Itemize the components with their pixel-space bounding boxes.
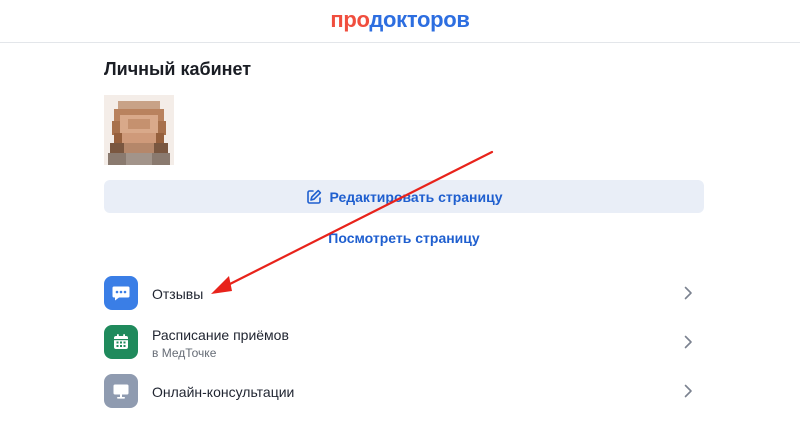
- avatar: [104, 95, 174, 165]
- menu-item-schedule[interactable]: Расписание приёмов в МедТочке: [104, 325, 704, 363]
- edit-page-button[interactable]: Редактировать страницу: [104, 180, 704, 213]
- edit-page-label: Редактировать страницу: [329, 188, 503, 205]
- site-header: продокторов: [0, 0, 800, 43]
- logo-part-doctors: докторов: [369, 7, 470, 32]
- menu-item-sublabel: в МедТочке: [152, 346, 217, 360]
- menu-item-label: Расписание приёмов: [152, 327, 289, 343]
- chat-bubble-icon: [104, 276, 138, 310]
- profile-name-blurred: [192, 122, 380, 134]
- calendar-icon: [104, 325, 138, 359]
- menu-item-label: Отзывы: [152, 286, 204, 302]
- page-title: Личный кабинет: [104, 59, 252, 79]
- menu-item-reviews[interactable]: Отзывы: [104, 276, 704, 314]
- site-logo[interactable]: продокторов: [330, 7, 470, 32]
- chevron-right-icon: [684, 384, 692, 398]
- blurred-photo-icon: [104, 95, 174, 165]
- menu-item-online-consultations[interactable]: Онлайн-консультации: [104, 374, 704, 412]
- view-page-link[interactable]: Посмотреть страницу: [0, 230, 800, 246]
- monitor-icon: [104, 374, 138, 408]
- menu-item-label: Онлайн-консультации: [152, 384, 295, 400]
- edit-icon: [305, 188, 323, 206]
- chevron-right-icon: [684, 286, 692, 300]
- logo-part-pro: про: [330, 7, 370, 32]
- chevron-right-icon: [684, 335, 692, 349]
